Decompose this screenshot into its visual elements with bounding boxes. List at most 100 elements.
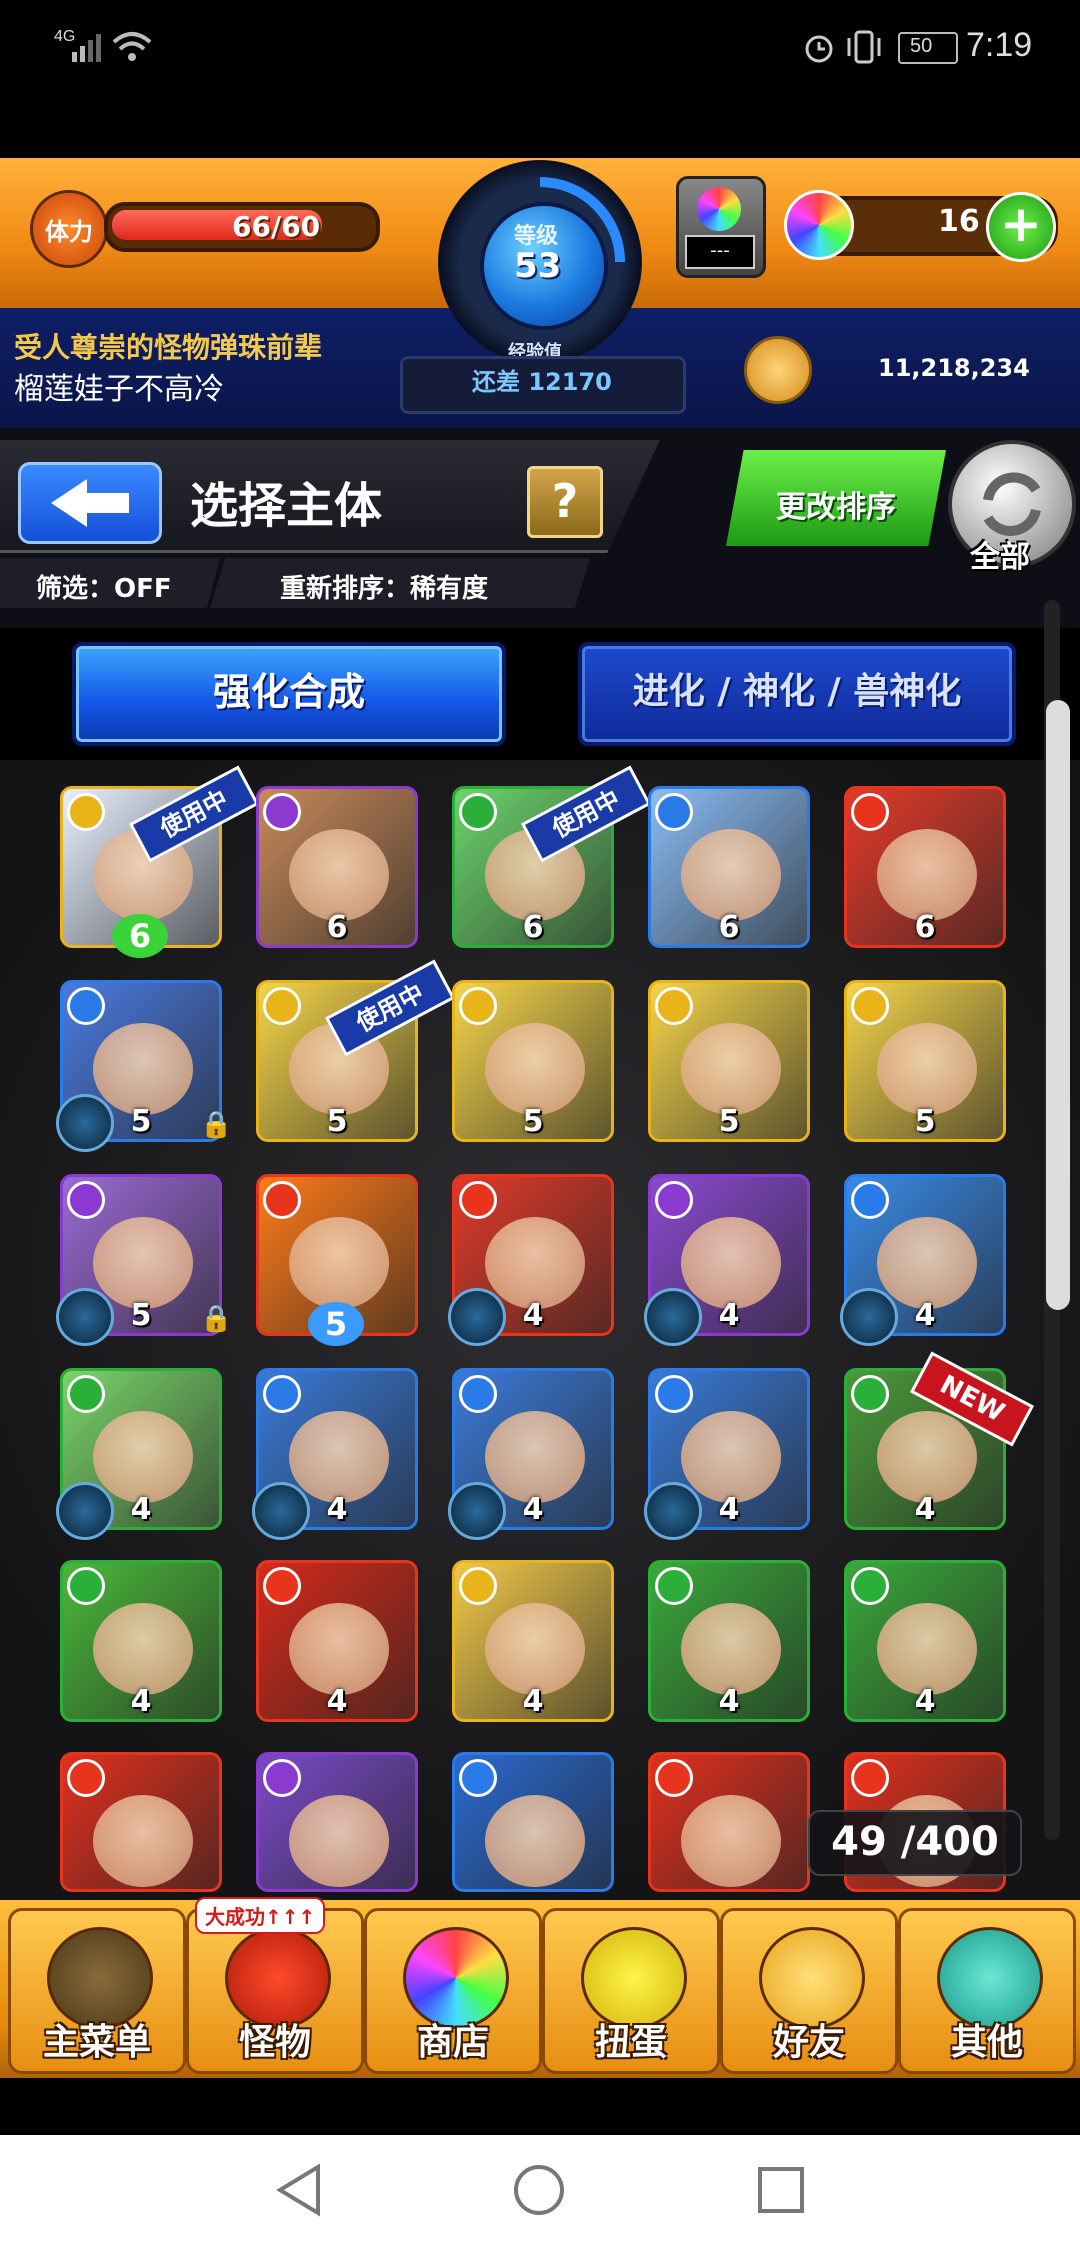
water-element-icon — [67, 987, 105, 1025]
monster-card[interactable]: 5 — [452, 980, 614, 1142]
nav-label: 其他 — [950, 2022, 1023, 2063]
monster-portrait — [289, 1411, 389, 1503]
back-button[interactable] — [18, 462, 162, 544]
filter-label: 筛选：OFF — [36, 574, 172, 604]
dark-element-icon — [655, 1181, 693, 1219]
nav-item[interactable]: 好友 — [720, 1908, 898, 2074]
water-element-icon — [459, 1759, 497, 1797]
rarity-stars: 6 — [522, 910, 544, 945]
lock-icon: 🔒 — [200, 1304, 233, 1334]
monster-portrait — [485, 1217, 585, 1309]
box-count: 49 /400 — [808, 1810, 1022, 1876]
monster-portrait — [485, 1795, 585, 1887]
nav-item[interactable]: 商店 — [364, 1908, 542, 2074]
monster-card[interactable] — [648, 1752, 810, 1892]
clover-rarity-badge: 6 — [112, 914, 168, 958]
nav-item[interactable]: 其他 — [898, 1908, 1076, 2074]
nav-item[interactable]: 怪物 大成功↑↑↑ — [186, 1897, 364, 2074]
nav-label: 怪物 — [238, 2022, 311, 2063]
wood-element-icon — [67, 1375, 105, 1413]
monster-card[interactable]: 5 — [648, 980, 810, 1142]
box-count-label: 49 /400 — [831, 1819, 999, 1865]
orb-slot-icon — [697, 187, 741, 231]
monster-portrait — [681, 1023, 781, 1115]
monster-portrait — [93, 1603, 193, 1695]
wood-element-icon — [851, 1567, 889, 1605]
back-nav-icon[interactable] — [274, 2163, 324, 2217]
level-value: 53 — [514, 246, 562, 286]
water-element-icon — [459, 1375, 497, 1413]
monster-portrait — [93, 1217, 193, 1309]
monster-card[interactable]: 4 — [648, 1560, 810, 1722]
rarity-stars: 4 — [522, 1684, 544, 1719]
rarity-stars: 6 — [326, 910, 348, 945]
status-bar: 4G 50 7:19 — [0, 0, 1080, 95]
monster-portrait — [877, 1217, 977, 1309]
luck-orb-icon — [252, 1482, 310, 1540]
home-nav-icon[interactable] — [512, 2163, 566, 2217]
monster-card[interactable]: 4 — [256, 1560, 418, 1722]
monster-card[interactable]: 6 — [648, 786, 810, 948]
monster-portrait — [681, 829, 781, 921]
page-title: 选择主体 — [190, 478, 383, 534]
fire-element-icon — [67, 1759, 105, 1797]
luck-orb-icon — [56, 1094, 114, 1152]
rarity-stars: 4 — [914, 1492, 936, 1527]
scrollbar-thumb[interactable] — [1046, 700, 1070, 1310]
recents-nav-icon[interactable] — [756, 2165, 806, 2215]
rarity-stars: 5 — [914, 1104, 936, 1139]
rarity-stars: 5 — [326, 1104, 348, 1139]
nav-label: 扭蛋 — [594, 2022, 667, 2063]
rarity-stars: 5 — [522, 1104, 544, 1139]
orb-count: 16 — [938, 204, 980, 239]
dark-element-icon — [263, 793, 301, 831]
monster-portrait — [93, 1795, 193, 1887]
monster-card[interactable]: 6 — [256, 786, 418, 948]
orb-slot[interactable]: --- — [676, 176, 766, 278]
monster-portrait — [877, 829, 977, 921]
light-element-icon — [851, 987, 889, 1025]
monster-card[interactable]: 4 — [60, 1560, 222, 1722]
battery-level: 50 — [910, 35, 933, 57]
clock: 7:19 — [966, 26, 1033, 64]
monster-card[interactable]: 5 — [844, 980, 1006, 1142]
all-label: 全部 — [970, 540, 1030, 575]
help-button[interactable]: ? — [527, 466, 603, 538]
wood-element-icon — [67, 1567, 105, 1605]
wood-element-icon — [655, 1567, 693, 1605]
tab-strengthen[interactable]: 强化合成 — [72, 642, 506, 746]
monster-card[interactable]: 6 — [844, 786, 1006, 948]
rainbow-orb-icon — [784, 190, 854, 260]
vibrate-icon — [847, 30, 881, 64]
nav-label: 主菜单 — [42, 2022, 151, 2063]
rarity-stars: 5 — [718, 1104, 740, 1139]
exp-remaining: 还差 12170 — [472, 368, 612, 396]
monster-card[interactable] — [60, 1752, 222, 1892]
monster-portrait — [877, 1603, 977, 1695]
light-element-icon — [67, 793, 105, 831]
buy-orb-button[interactable]: + — [986, 192, 1056, 262]
dark-element-icon — [67, 1181, 105, 1219]
monster-card[interactable] — [452, 1752, 614, 1892]
monster-card[interactable]: 4 — [452, 1560, 614, 1722]
stamina-label: 体力 — [45, 217, 93, 246]
tab-evolve[interactable]: 进化 / 神化 / 兽神化 — [578, 642, 1016, 746]
rarity-stars: 4 — [326, 1684, 348, 1719]
fire-element-icon — [851, 793, 889, 831]
monster-portrait — [93, 1411, 193, 1503]
monster-card[interactable]: 4 — [844, 1560, 1006, 1722]
monster-portrait — [289, 1217, 389, 1309]
lock-icon: 🔒 — [200, 1110, 233, 1140]
player-name: 榴莲娃子不高冷 — [14, 372, 224, 407]
rarity-stars: 4 — [130, 1684, 152, 1719]
light-element-icon — [459, 1567, 497, 1605]
monster-portrait — [289, 1795, 389, 1887]
wood-element-icon — [459, 793, 497, 831]
monster-portrait — [485, 1411, 585, 1503]
monster-card[interactable] — [256, 1752, 418, 1892]
rarity-stars: 4 — [914, 1684, 936, 1719]
nav-item[interactable]: 扭蛋 — [542, 1908, 720, 2074]
rarity-stars: 6 — [914, 910, 936, 945]
flower-rarity-badge: 5 — [308, 1302, 364, 1346]
nav-item[interactable]: 主菜单 — [8, 1908, 186, 2074]
